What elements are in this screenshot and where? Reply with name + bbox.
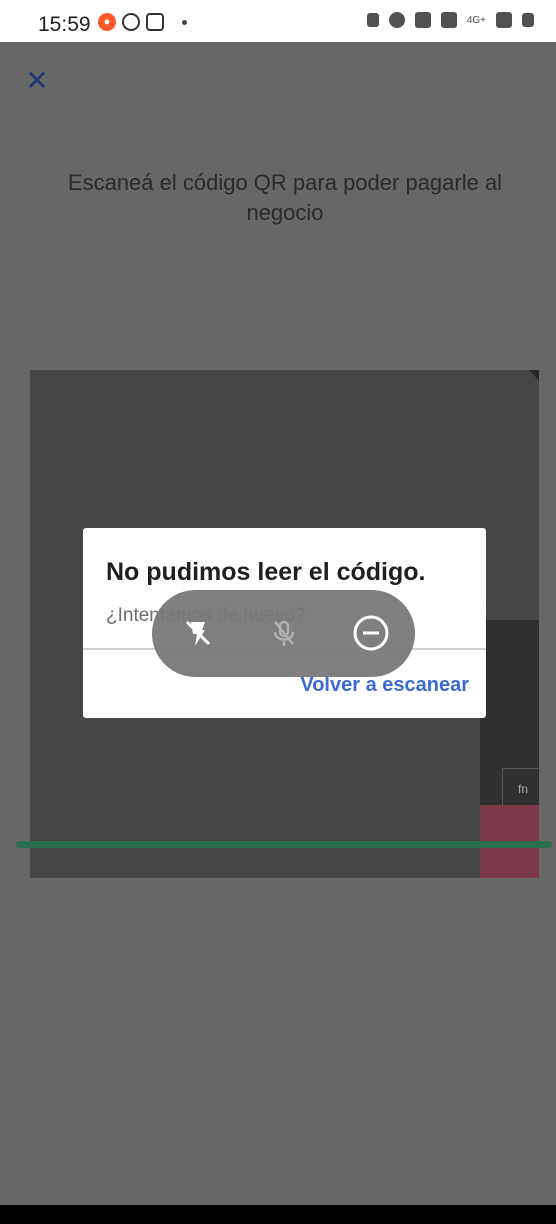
signal-icon [496,12,512,28]
notification-icons: ● [98,13,187,31]
quick-controls-pill [152,590,415,677]
whatsapp-icon [122,13,140,31]
rescan-button[interactable]: Volver a escanear [300,674,469,697]
dnd-icon[interactable] [351,613,391,653]
scan-line [16,841,552,848]
flash-off-icon[interactable] [178,613,218,653]
wifi-icon [440,12,457,28]
alarm-icon [388,12,405,28]
system-icons: 4G+ [366,12,534,28]
scan-instructions: Escaneá el código QR para poder pagarle … [67,170,503,225]
close-icon[interactable]: ✕ [22,66,52,96]
more-notifications-dot-icon [182,19,187,25]
mute-icon [414,12,431,28]
fn-key-label: fn [502,768,539,810]
lock-icon [366,13,379,27]
dialog-title: No pudimos leer el código. [106,558,426,586]
rappi-icon: ● [98,13,116,31]
nav-bar [0,1205,556,1224]
battery-icon [522,13,534,27]
status-bar: 15:59 ● 4G+ [0,0,556,42]
microphone-off-icon[interactable] [264,613,304,653]
status-time: 15:59 [38,13,91,36]
instagram-icon [146,13,164,31]
network-type-label: 4G+ [466,14,486,26]
